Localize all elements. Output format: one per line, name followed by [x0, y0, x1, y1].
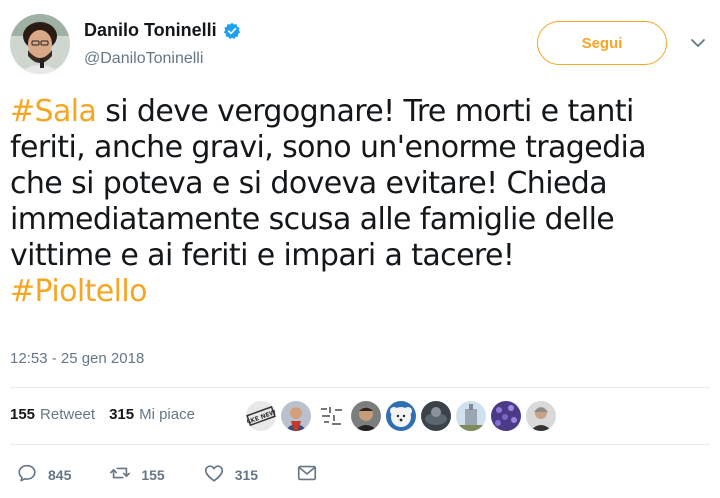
tweet-text-segment: vittime e ai feriti e impari a tacere! [10, 238, 515, 273]
tweet-line: vittime e ai feriti e impari a tacere! [10, 238, 710, 274]
liker-avatars: FAKE NEWS [246, 401, 561, 431]
tweet-line: che si poteva e si doveva evitare! Chied… [10, 166, 710, 202]
author-avatar-image [10, 14, 70, 74]
dark-avatar[interactable] [421, 401, 451, 431]
retweet-button[interactable]: 155 [109, 462, 165, 487]
reply-icon [16, 462, 38, 487]
purple-flowers-avatar[interactable] [491, 401, 521, 431]
tweet-timestamp[interactable]: 12:53 - 25 gen 2018 [10, 350, 144, 367]
hashtag-link[interactable]: #Pioltello [10, 274, 147, 309]
like-stat-label: Mi piace [139, 406, 195, 423]
tweet-text-segment: immediatamente scusa alle famiglie delle [10, 202, 615, 237]
tweet-line: immediatamente scusa alle famiglie delle [10, 202, 710, 238]
like-button[interactable]: 315 [203, 462, 258, 487]
author-display-name[interactable]: Danilo Toninelli [84, 20, 217, 41]
author-handle[interactable]: @DaniloToninelli [84, 50, 203, 68]
tweet-line: #Pioltello [10, 274, 710, 310]
avatar[interactable] [10, 14, 70, 74]
tweet-text: #Sala si deve vergognare! Tre morti e ta… [10, 94, 710, 310]
hashtag-link[interactable]: #Sala [10, 94, 97, 129]
divider [10, 387, 710, 388]
pattern-avatar[interactable] [316, 401, 346, 431]
retweet-stat-label: Retweet [40, 406, 96, 423]
tweet-text-segment: si deve vergognare! Tre morti e tanti [96, 94, 634, 129]
retweet-count: 155 [141, 466, 165, 483]
like-stat-count: 315 [109, 406, 135, 423]
chevron-down-icon[interactable] [690, 36, 706, 48]
person-avatar[interactable] [526, 401, 556, 431]
person-avatar[interactable] [351, 401, 381, 431]
like-count: 315 [234, 466, 259, 483]
tweet-line: #Sala si deve vergognare! Tre morti e ta… [10, 94, 710, 130]
dog-avatar[interactable] [386, 401, 416, 431]
like-stat[interactable]: 315 Mi piace [109, 406, 195, 423]
tweet-actions: 845 155 315 [10, 462, 318, 487]
direct-message-button[interactable] [296, 462, 318, 487]
retweet-stat[interactable]: 155 Retweet [10, 406, 95, 423]
tweet-text-segment: che si poteva e si doveva evitare! Chied… [10, 166, 608, 201]
retweet-icon [109, 462, 131, 487]
verified-badge-icon [223, 22, 241, 40]
follow-button[interactable]: Segui [537, 21, 667, 65]
retweet-stat-count: 155 [10, 406, 36, 423]
reply-count: 845 [48, 466, 72, 483]
envelope-icon [296, 462, 318, 487]
building-avatar[interactable] [456, 401, 486, 431]
heart-icon [203, 462, 225, 487]
tweet-text-segment: feriti, anche gravi, sono un'enorme trag… [10, 130, 647, 165]
tweet-line: feriti, anche gravi, sono un'enorme trag… [10, 130, 710, 166]
tweet-stats: 155 Retweet 315 Mi piace [10, 406, 209, 423]
author-name-row: Danilo Toninelli [84, 20, 241, 41]
person-avatar[interactable] [281, 401, 311, 431]
fake-news-badge-avatar[interactable]: FAKE NEWS [246, 401, 276, 431]
reply-button[interactable]: 845 [16, 462, 71, 487]
divider [10, 444, 710, 445]
